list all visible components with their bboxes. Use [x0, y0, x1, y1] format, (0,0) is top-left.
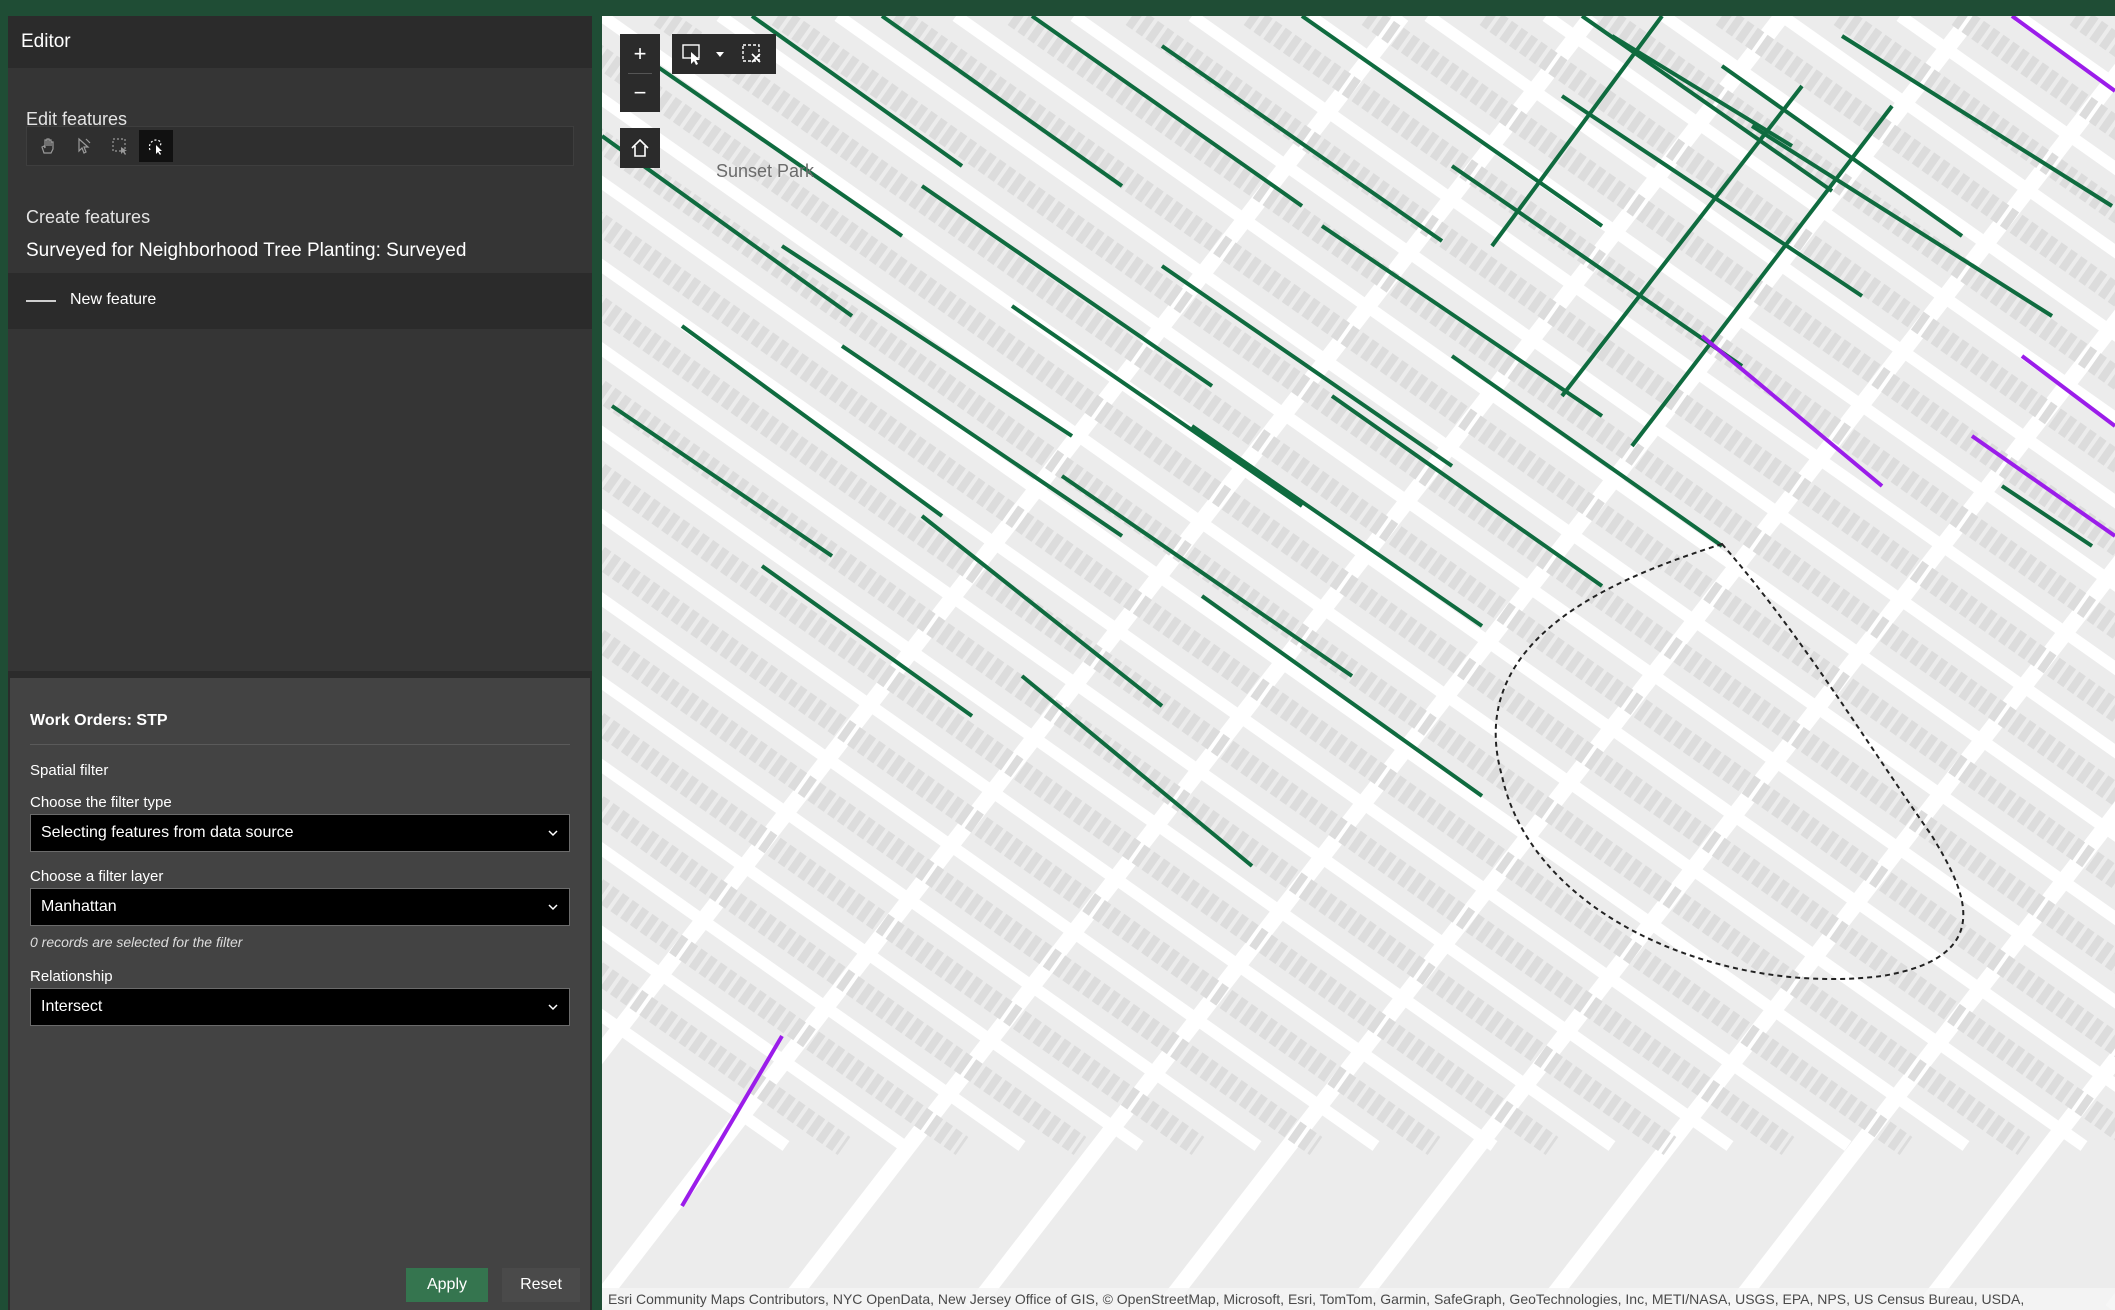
new-feature-template[interactable]: New feature [8, 273, 592, 329]
lasso-select-icon[interactable] [139, 130, 173, 162]
line-symbol-icon [26, 300, 56, 302]
editor-title: Editor [21, 31, 71, 52]
editor-header: Editor [8, 16, 592, 68]
relationship-select[interactable]: Intersect [30, 988, 570, 1026]
spatial-filter-label: Spatial filter [30, 762, 109, 779]
map-view[interactable]: Sunset Park + − Esri Community Maps Cont… [602, 16, 2115, 1310]
filter-type-label: Choose the filter type [30, 794, 172, 811]
create-features-heading: Create features [26, 207, 151, 227]
filter-type-select[interactable]: Selecting features from data source [30, 814, 570, 852]
zoom-in-button[interactable]: + [620, 34, 660, 73]
select-tool-icon[interactable] [678, 40, 706, 68]
place-label: Sunset Park [716, 161, 815, 181]
selection-toolbar [672, 34, 776, 74]
filter-layer-label: Choose a filter layer [30, 868, 164, 885]
filter-layer-select[interactable]: Manhattan [30, 888, 570, 926]
filter-type-value: Selecting features from data source [41, 824, 294, 841]
map-attribution: Esri Community Maps Contributors, NYC Op… [602, 1288, 2115, 1310]
reset-button[interactable]: Reset [502, 1268, 580, 1302]
left-panel: Editor Edit features Create features Sur… [8, 16, 592, 1310]
rectangle-select-icon[interactable] [103, 130, 137, 162]
filter-layer-value: Manhattan [41, 898, 117, 915]
work-orders-filter-panel: Work Orders: STP Spatial filter Choose t… [10, 678, 590, 1310]
map-canvas[interactable] [602, 16, 2115, 1310]
relationship-label: Relationship [30, 968, 113, 985]
edit-tools-toolbar [26, 126, 574, 166]
divider [30, 744, 570, 745]
pan-icon[interactable] [31, 130, 65, 162]
apply-button[interactable]: Apply [406, 1268, 488, 1302]
chevron-down-icon [548, 1004, 558, 1011]
relationship-value: Intersect [41, 998, 103, 1015]
select-feature-icon[interactable] [67, 130, 101, 162]
chevron-down-icon [548, 904, 558, 911]
zoom-control: + − [620, 34, 660, 112]
home-icon [631, 138, 649, 157]
records-hint: 0 records are selected for the filter [30, 934, 243, 950]
new-feature-label: New feature [70, 291, 157, 308]
work-orders-title: Work Orders: STP [30, 712, 168, 729]
zoom-out-button[interactable]: − [620, 73, 660, 112]
home-button[interactable] [620, 128, 660, 168]
clear-selection-icon[interactable] [738, 40, 766, 68]
editor-widget: Editor Edit features Create features Sur… [8, 16, 592, 671]
layer-template-label: Surveyed for Neighborhood Tree Planting:… [26, 240, 467, 261]
chevron-down-icon [548, 830, 558, 837]
chevron-down-icon[interactable] [714, 48, 726, 60]
